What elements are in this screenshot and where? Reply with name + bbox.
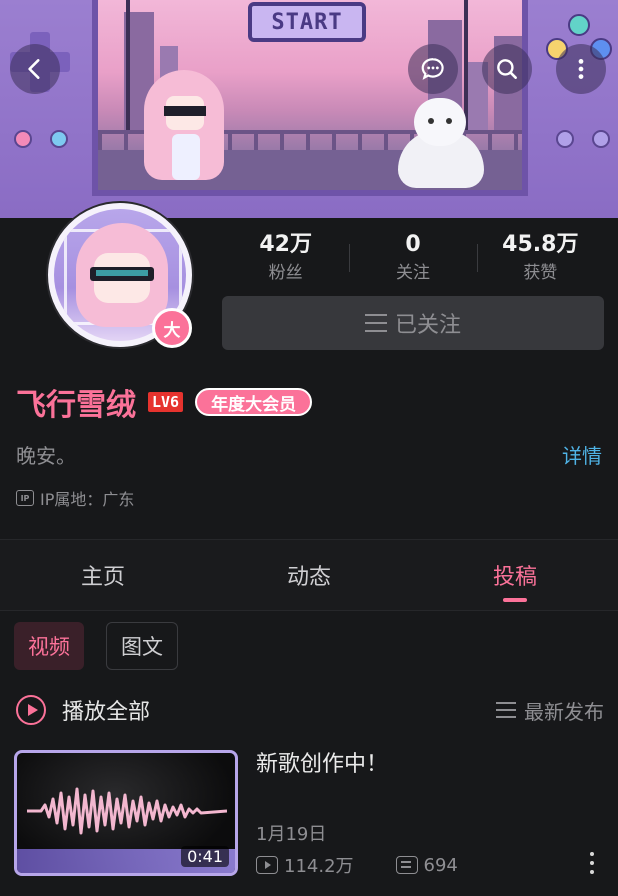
video-duration: 0:41 xyxy=(181,846,229,867)
stat-label: 粉丝 xyxy=(268,263,303,283)
followed-label: 已关注 xyxy=(394,313,461,338)
more-icon xyxy=(578,59,584,79)
video-item[interactable]: 0:41 新歌创作中！ 1月19日 114.2万 694 xyxy=(14,746,604,878)
decor-dot xyxy=(14,130,32,148)
play-circle-icon xyxy=(16,695,46,725)
danmaku-count-value: 694 xyxy=(423,854,458,876)
name-row: 飞行雪绒 LV6 年度大会员 xyxy=(16,380,313,424)
stat-followers[interactable]: 42万 粉丝 xyxy=(222,228,349,288)
tab-uploads[interactable]: 投稿 xyxy=(412,540,618,610)
username: 飞行雪绒 xyxy=(16,388,136,423)
signature: 晚安。 xyxy=(16,444,76,468)
play-count-icon xyxy=(256,856,278,874)
pixel-seal xyxy=(394,98,490,194)
vip-label[interactable]: 年度大会员 xyxy=(195,388,313,416)
street-lamp xyxy=(126,0,130,132)
search-button[interactable] xyxy=(482,44,532,94)
stat-label: 关注 xyxy=(395,263,430,283)
decor-dot xyxy=(556,130,574,148)
message-icon xyxy=(421,58,444,80)
list-icon xyxy=(496,702,516,718)
video-thumbnail[interactable]: 0:41 xyxy=(14,750,238,876)
vip-avatar-badge: 大 xyxy=(152,308,192,348)
level-badge: LV6 xyxy=(148,392,184,412)
subtab-video[interactable]: 视频 xyxy=(14,622,84,670)
pixel-character xyxy=(138,70,230,190)
tab-dynamics[interactable]: 动态 xyxy=(206,540,412,610)
search-icon xyxy=(497,59,517,79)
stat-label: 获赞 xyxy=(523,263,558,283)
tab-home[interactable]: 主页 xyxy=(0,540,206,610)
video-date: 1月19日 xyxy=(256,824,327,845)
ip-icon: IP xyxy=(16,490,34,506)
menu-icon xyxy=(364,314,387,332)
more-button[interactable] xyxy=(556,44,606,94)
content-type-tabs: 视频 图文 xyxy=(14,622,178,670)
stat-likes[interactable]: 45.8万 获赞 xyxy=(476,228,604,288)
video-title[interactable]: 新歌创作中！ xyxy=(256,746,388,778)
profile-banner[interactable]: START xyxy=(0,0,618,218)
start-label: START xyxy=(271,9,343,35)
stat-value: 42万 xyxy=(259,232,312,257)
waveform-graphic xyxy=(27,787,227,835)
ip-location: IP IP属地：广东 xyxy=(16,486,134,510)
stat-value: 45.8万 xyxy=(502,232,579,257)
decor-button xyxy=(568,14,590,36)
decor-dot xyxy=(592,130,610,148)
danmaku-count: 694 xyxy=(395,854,458,876)
decor-dot xyxy=(50,130,68,148)
stat-value: 0 xyxy=(405,232,421,257)
start-sign: START xyxy=(248,2,366,42)
play-all-label: 播放全部 xyxy=(62,700,151,725)
sort-button[interactable]: 最新发布 xyxy=(496,696,604,725)
back-button[interactable] xyxy=(10,44,60,94)
back-icon xyxy=(28,59,40,79)
profile-tabs: 主页 动态 投稿 xyxy=(0,540,618,610)
danmaku-icon xyxy=(395,856,418,874)
ip-location-text: IP属地：广东 xyxy=(40,490,135,509)
subtab-image-text[interactable]: 图文 xyxy=(106,622,178,670)
profile-stats: 42万 粉丝 0 关注 45.8万 获赞 xyxy=(222,228,604,288)
video-more-icon[interactable] xyxy=(590,852,596,874)
view-count: 114.2万 xyxy=(256,852,354,878)
list-header: 播放全部 最新发布 xyxy=(16,690,604,730)
message-button[interactable] xyxy=(408,44,458,94)
details-link[interactable]: 详情 xyxy=(562,440,602,469)
sort-label: 最新发布 xyxy=(524,699,604,724)
play-all-button[interactable]: 播放全部 xyxy=(16,694,150,726)
stat-following[interactable]: 0 关注 xyxy=(349,228,476,288)
followed-button[interactable]: 已关注 xyxy=(222,296,604,350)
view-count-value: 114.2万 xyxy=(284,856,354,877)
divider xyxy=(0,610,618,611)
video-stats: 114.2万 694 xyxy=(256,852,458,878)
